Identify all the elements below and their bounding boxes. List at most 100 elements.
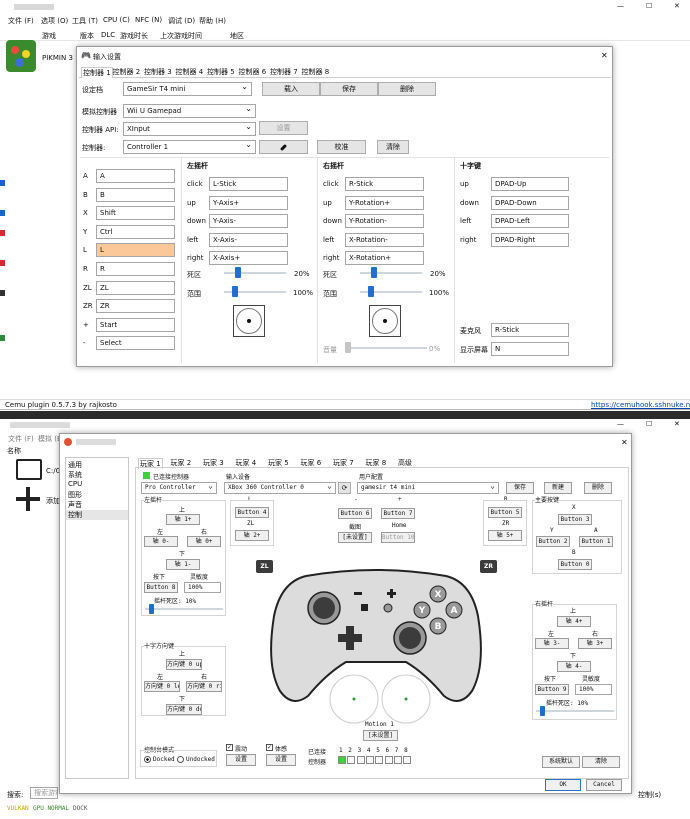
dpad-down-button[interactable]: 方向键 0 dow [166,704,202,715]
column-header[interactable]: 地区 [230,31,244,41]
x-button[interactable]: Button 3 [558,514,592,525]
docked-radio[interactable] [144,756,151,763]
button-mapping-field[interactable]: R [96,262,175,276]
category-item[interactable]: 控制 [66,510,128,520]
stick-mapping-field[interactable]: Y-Axis+ [209,195,288,210]
menu-item[interactable]: 选项 (O) [41,16,68,26]
profile-delete-button[interactable]: 删除 [584,482,612,494]
player-indicator[interactable] [365,756,374,764]
screen-field[interactable]: N [491,342,569,356]
clear-all-button[interactable]: 清除 [582,756,620,768]
screenshot-button[interactable]: [未设置] [338,532,372,543]
stick-mapping-field[interactable]: Y-Rotation+ [345,195,424,210]
button-mapping-field[interactable]: B [96,187,175,202]
stick-mapping-field[interactable]: X-Rotation+ [345,251,424,266]
lstick-up-button[interactable]: 轴 1+ [166,514,200,525]
yuzu-maximize-button[interactable]: ☐ [646,420,652,428]
menu-item[interactable]: NFC (N) [135,16,162,24]
rstick-sens-spinbox[interactable]: 100% [575,684,612,695]
yuzu-minimize-button[interactable]: — [617,420,624,428]
right-deadzone-slider[interactable] [360,267,422,279]
dpad-right-button[interactable]: 方向键 0 rig [186,681,222,692]
column-header[interactable]: DLC [101,31,115,39]
player-indicator[interactable] [338,756,346,764]
home-button[interactable]: Button 10 [381,532,415,543]
column-header[interactable]: 游戏时长 [120,31,148,41]
tab-controller[interactable]: 控制器 6 [239,67,267,77]
stick-mapping-field[interactable]: Y-Rotation- [345,214,424,229]
player-indicator[interactable] [347,756,356,764]
button-mapping-field[interactable]: ZR [96,299,175,314]
slider-thumb[interactable] [345,342,351,353]
yuzu-dialog-close-button[interactable]: ✕ [621,438,628,447]
slider-thumb[interactable] [232,286,239,297]
b-button[interactable]: Button 0 [558,559,592,570]
player-indicator[interactable] [384,756,393,764]
delete-button[interactable]: 删除 [378,82,436,96]
profile-save-button[interactable]: 保存 [506,482,534,494]
lstick-press-button[interactable]: Button 8 [144,582,178,593]
stick-mapping-field[interactable]: Y-Axis- [209,214,288,229]
controller-type-select[interactable]: Pro Controller [141,482,217,494]
menu-item[interactable]: 调试 (D) [168,16,195,26]
button-mapping-field[interactable]: Shift [96,206,175,221]
cancel-button[interactable]: Cancel [586,779,622,791]
menu-item[interactable]: 文件 (F) [8,434,34,444]
a-button[interactable]: Button 1 [579,536,613,547]
ok-button[interactable]: OK [545,779,581,791]
lstick-down-button[interactable]: 轴 1- [166,559,200,570]
category-item[interactable]: 系统 [66,470,128,480]
player-indicator[interactable] [403,756,412,764]
lstick-right-button[interactable]: 轴 0+ [187,536,221,547]
lstick-deadzone-slider[interactable] [145,604,223,614]
calibrate-button[interactable]: 校准 [317,140,366,154]
column-header[interactable]: 版本 [80,31,94,41]
add-folder-icon[interactable] [16,487,40,511]
slider-thumb[interactable] [371,267,378,278]
profile-select[interactable]: GameSir T4 mini [123,82,252,96]
minus-button[interactable]: Button 6 [338,508,372,519]
stick-mapping-field[interactable]: L-Stick [209,177,288,191]
cemuhook-link[interactable]: https://cemuhook.sshnuke.net [591,401,690,409]
clear-button[interactable]: 清除 [377,140,409,154]
vibration-settings-button[interactable]: 设置 [226,754,256,766]
profile-new-button[interactable]: 新建 [544,482,572,494]
dpad-mapping-field[interactable]: DPAD-Right [491,232,569,247]
slider-thumb[interactable] [235,267,242,278]
menu-item[interactable]: 工具 (T) [72,16,98,26]
tab-controller[interactable]: 控制器 7 [270,67,298,77]
button-mapping-field[interactable]: Ctrl [96,224,175,239]
dpad-mapping-field[interactable]: DPAD-Down [491,195,569,210]
rstick-left-button[interactable]: 轴 3- [535,638,569,649]
lstick-left-button[interactable]: 轴 0- [144,536,178,547]
button-mapping-field[interactable]: L [96,243,175,258]
search-input[interactable]: 搜索游戏 [30,787,58,799]
dpad-mapping-field[interactable]: DPAD-Left [491,214,569,229]
dialog-close-button[interactable]: ✕ [601,51,608,60]
category-item[interactable]: 图形 [66,490,128,500]
stick-mapping-field[interactable]: X-Axis+ [209,251,288,266]
close-button[interactable]: ✕ [674,2,680,10]
api-select[interactable]: XInput [123,122,256,136]
rstick-deadzone-slider[interactable] [536,706,614,716]
api-settings-button[interactable]: 设置 [259,121,308,135]
dpad-up-button[interactable]: 方向键 0 up [166,659,202,670]
restore-defaults-button[interactable]: 系统默认 [542,756,580,768]
left-range-slider[interactable] [224,286,286,298]
load-button[interactable]: 载入 [262,82,320,96]
volume-slider[interactable] [345,342,427,354]
tab-controller[interactable]: 控制器 5 [207,67,235,77]
plus-button[interactable]: Button 7 [381,508,415,519]
y-button[interactable]: Button 2 [536,536,570,547]
slider-thumb[interactable] [368,286,375,297]
button-mapping-field[interactable]: A [96,169,175,183]
save-button[interactable]: 保存 [320,82,378,96]
tab-controller[interactable]: 控制器 4 [176,67,204,77]
player-indicator[interactable] [375,756,384,764]
button-mapping-field[interactable]: ZL [96,280,175,295]
rstick-right-button[interactable]: 轴 3+ [578,638,612,649]
controller-select[interactable]: Controller 1 [123,140,256,154]
right-range-slider[interactable] [360,286,422,298]
dpad-mapping-field[interactable]: DPAD-Up [491,177,569,191]
button-mapping-field[interactable]: Start [96,317,175,332]
